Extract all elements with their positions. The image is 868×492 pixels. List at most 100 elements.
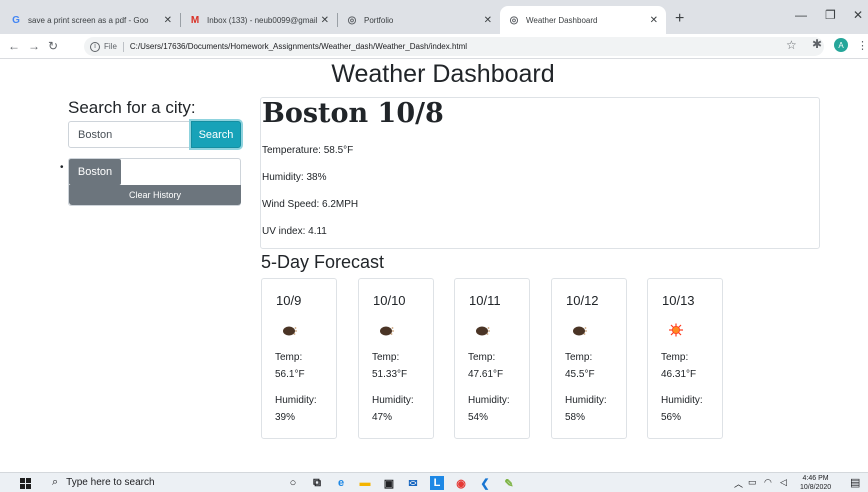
cloud-icon <box>380 326 394 336</box>
forecast-temp: 51.33°F <box>372 369 408 380</box>
forecast-date: 10/11 <box>469 293 501 308</box>
forecast-temp-label: Temp: <box>565 352 593 363</box>
cloud-icon <box>283 326 297 336</box>
reload-icon[interactable]: ↻ <box>48 39 58 53</box>
search-button[interactable]: Search <box>191 121 241 148</box>
file-explorer-icon[interactable]: ▬ <box>358 476 372 490</box>
forecast-temp-label: Temp: <box>468 352 496 363</box>
browser-toolbar: ← → ↻ i File C:/Users/17636/Documents/Ho… <box>0 34 868 59</box>
taskbar-clock[interactable]: 4:46 PM 10/8/2020 <box>800 474 831 492</box>
forecast-temp: 45.5°F <box>565 369 595 380</box>
task-view-icon[interactable]: ⧉ <box>310 476 324 490</box>
globe-icon: ◎ <box>509 14 519 26</box>
chrome-icon[interactable]: ◉ <box>454 476 468 490</box>
windows-start-icon[interactable] <box>20 478 31 489</box>
forecast-date: 10/9 <box>276 293 302 308</box>
browser-tab-strip: G save a print screen as a pdf - Goo ✕ M… <box>0 0 868 34</box>
close-tab-icon[interactable]: ✕ <box>164 15 172 26</box>
forecast-humidity: 47% <box>372 412 393 423</box>
forecast-card: 10/10 Temp: 51.33°F Humidity: 47% <box>358 278 434 439</box>
forward-icon[interactable]: → <box>28 39 40 53</box>
close-tab-icon[interactable]: ✕ <box>321 15 329 26</box>
globe-icon: ◎ <box>347 14 357 26</box>
forecast-temp-label: Temp: <box>372 352 400 363</box>
address-bar[interactable]: i File C:/Users/17636/Documents/Homework… <box>84 37 824 56</box>
forecast-humidity-label: Humidity: <box>468 395 510 406</box>
bookmark-star-icon[interactable]: ☆ <box>786 38 797 52</box>
tab-title: save a print screen as a pdf - Goo <box>28 15 149 25</box>
clear-history-button[interactable]: Clear History <box>69 185 241 205</box>
sun-icon <box>669 323 683 337</box>
taskbar-search[interactable]: ⌕ Type here to search <box>52 476 155 489</box>
forecast-temp: 46.31°F <box>661 369 697 380</box>
store-icon[interactable]: ▣ <box>382 476 396 490</box>
battery-icon[interactable]: ▭ <box>748 477 757 488</box>
page-title: Weather Dashboard <box>331 60 555 88</box>
windows-taskbar: ⌕ Type here to search ○ ⧉ e ▬ ▣ ✉ L ◉ ❮ … <box>0 472 868 492</box>
mail-icon[interactable]: ✉ <box>406 476 420 490</box>
info-icon[interactable]: i <box>90 41 100 52</box>
app-l-icon[interactable]: L <box>430 476 444 490</box>
minimize-icon[interactable]: — <box>795 8 807 22</box>
forecast-humidity: 54% <box>468 412 489 423</box>
notifications-icon[interactable]: ▤ <box>850 476 860 489</box>
taskbar-search-placeholder: Type here to search <box>66 477 155 488</box>
cloud-icon <box>476 326 490 336</box>
address-url: C:/Users/17636/Documents/Homework_Assign… <box>129 42 468 51</box>
forecast-humidity-label: Humidity: <box>565 395 607 406</box>
forecast-temp-label: Temp: <box>661 352 689 363</box>
cloud-icon <box>573 326 587 336</box>
forecast-temp: 47.61°F <box>468 369 504 380</box>
search-heading: Search for a city: <box>68 98 196 117</box>
profile-avatar[interactable]: A <box>834 38 848 52</box>
volume-icon[interactable]: ◁ <box>780 477 787 488</box>
vscode-icon[interactable]: ❮ <box>478 476 492 490</box>
tab-title: Weather Dashboard <box>526 15 598 25</box>
current-wind-speed: Wind Speed: 6.2MPH <box>262 199 359 210</box>
tab-portfolio[interactable]: ◎ Portfolio ✕ <box>338 6 500 34</box>
history-item-boston[interactable]: Boston <box>69 159 121 185</box>
forecast-humidity-label: Humidity: <box>661 395 703 406</box>
edge-icon[interactable]: e <box>334 476 348 490</box>
forecast-humidity-label: Humidity: <box>372 395 414 406</box>
current-temperature: Temperature: 58.5°F <box>262 145 354 156</box>
wifi-icon[interactable]: ◠ <box>764 477 772 488</box>
address-scheme-label: File <box>104 42 117 51</box>
tray-chevron-icon[interactable]: ︿ <box>734 477 743 490</box>
close-tab-icon[interactable]: ✕ <box>484 15 492 26</box>
tab-gmail-inbox[interactable]: M Inbox (133) - neub0099@gmail.c ✕ <box>181 6 337 34</box>
city-search-input[interactable] <box>68 121 192 148</box>
forecast-humidity-label: Humidity: <box>275 395 317 406</box>
google-icon: G <box>12 14 20 26</box>
clock-time: 4:46 PM <box>802 475 829 482</box>
current-humidity: Humidity: 38% <box>262 172 327 183</box>
back-icon[interactable]: ← <box>8 39 20 53</box>
tab-google-search[interactable]: G save a print screen as a pdf - Goo ✕ <box>2 6 180 34</box>
forecast-date: 10/12 <box>566 293 599 308</box>
paint-icon[interactable]: ✎ <box>502 476 516 490</box>
close-tab-icon[interactable]: ✕ <box>650 15 658 26</box>
restore-icon[interactable]: ❐ <box>825 8 836 22</box>
menu-kebab-icon[interactable]: ⋮ <box>857 39 868 52</box>
new-tab-icon[interactable]: + <box>675 10 684 28</box>
close-window-icon[interactable]: ✕ <box>853 8 863 22</box>
gmail-icon: M <box>190 14 200 26</box>
extensions-icon[interactable]: ✱ <box>812 37 822 51</box>
current-uv-index: UV index: 4.11 <box>262 226 327 237</box>
forecast-card: 10/13 Temp: 46.31°F Humidity: 56% <box>647 278 723 439</box>
tab-weather-dashboard[interactable]: ◎ Weather Dashboard ✕ <box>500 6 666 34</box>
forecast-temp-label: Temp: <box>275 352 303 363</box>
cortana-icon[interactable]: ○ <box>286 476 300 490</box>
tab-title: Inbox (133) - neub0099@gmail.c <box>207 15 317 25</box>
forecast-title: 5-Day Forecast <box>261 252 385 272</box>
tab-title: Portfolio <box>364 15 394 25</box>
current-city-date: Boston 10/8 <box>262 98 444 129</box>
search-icon: ⌕ <box>52 476 59 488</box>
forecast-humidity: 39% <box>275 412 296 423</box>
forecast-card: 10/9 Temp: 56.1°F Humidity: 39% <box>261 278 337 439</box>
forecast-date: 10/10 <box>373 293 406 308</box>
address-divider <box>122 41 124 52</box>
list-bullet: • <box>60 162 64 173</box>
clock-date: 10/8/2020 <box>800 484 832 491</box>
forecast-date: 10/13 <box>662 293 695 308</box>
